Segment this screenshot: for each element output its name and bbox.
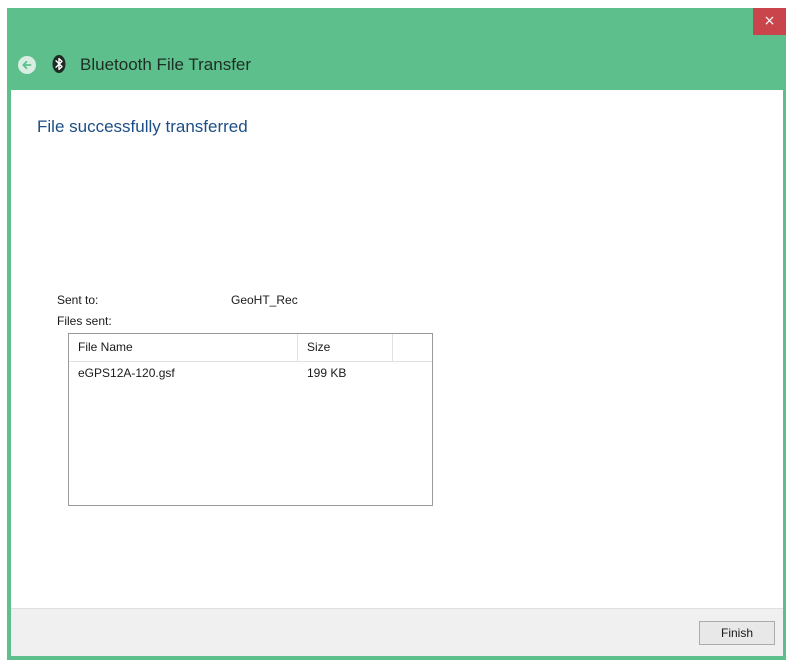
finish-button[interactable]: Finish bbox=[699, 621, 775, 645]
list-header: File Name Size bbox=[69, 334, 432, 362]
title-bar: × Bluetooth File Transfer bbox=[7, 8, 786, 90]
back-button[interactable] bbox=[18, 56, 36, 74]
dialog-window: × Bluetooth File Transfer File successfu… bbox=[7, 8, 786, 660]
sent-to-label: Sent to: bbox=[57, 293, 99, 307]
bluetooth-icon bbox=[51, 54, 67, 74]
sent-to-value: GeoHT_Rec bbox=[231, 293, 298, 307]
status-heading: File successfully transferred bbox=[37, 117, 248, 136]
list-item[interactable]: eGPS12A-120.gsf 199 KB bbox=[69, 362, 432, 384]
column-header-empty[interactable] bbox=[393, 334, 432, 361]
page: × Bluetooth File Transfer File successfu… bbox=[0, 0, 786, 660]
files-list-view[interactable]: File Name Size eGPS12A-120.gsf 199 KB bbox=[68, 333, 433, 506]
files-sent-label: Files sent: bbox=[57, 314, 112, 328]
window-title: Bluetooth File Transfer bbox=[80, 55, 252, 74]
column-header-file-name[interactable]: File Name bbox=[69, 334, 298, 361]
column-header-size[interactable]: Size bbox=[298, 334, 393, 361]
content-area: File successfully transferred Sent to: G… bbox=[11, 90, 783, 608]
close-button[interactable]: × bbox=[753, 8, 786, 35]
file-name-cell: eGPS12A-120.gsf bbox=[78, 366, 175, 380]
back-arrow-icon bbox=[22, 60, 32, 70]
file-size-cell: 199 KB bbox=[307, 366, 347, 380]
footer-bar: Finish bbox=[11, 608, 783, 656]
